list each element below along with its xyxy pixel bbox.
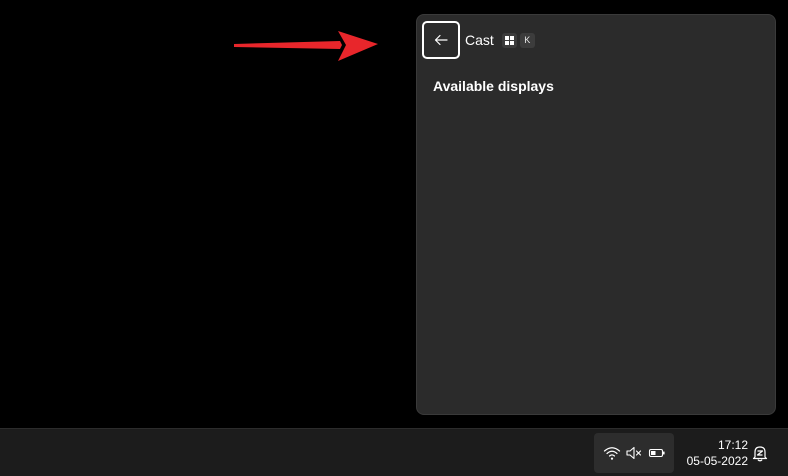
flyout-header: Cast K	[422, 20, 535, 60]
taskbar: 17:12 05-05-2022	[0, 428, 788, 476]
volume-muted-icon	[626, 446, 642, 460]
cast-flyout-panel: Cast K Available displays	[416, 14, 776, 415]
available-displays-heading: Available displays	[433, 78, 554, 94]
red-arrow-annotation	[234, 31, 378, 61]
shortcut-key-chip: K	[519, 32, 535, 48]
taskbar-clock[interactable]: 17:12 05-05-2022	[676, 434, 748, 472]
battery-icon	[648, 448, 665, 458]
clock-date: 05-05-2022	[686, 454, 748, 468]
quick-settings-tray[interactable]	[594, 433, 674, 473]
windows-logo-icon	[504, 35, 514, 45]
back-button[interactable]	[422, 21, 460, 59]
windows-key-chip	[501, 32, 517, 48]
arrow-left-icon	[434, 34, 448, 46]
clock-time: 17:12	[717, 438, 748, 452]
wifi-icon	[603, 447, 620, 460]
flyout-title: Cast	[465, 32, 494, 48]
notification-bell-icon[interactable]	[750, 443, 770, 463]
